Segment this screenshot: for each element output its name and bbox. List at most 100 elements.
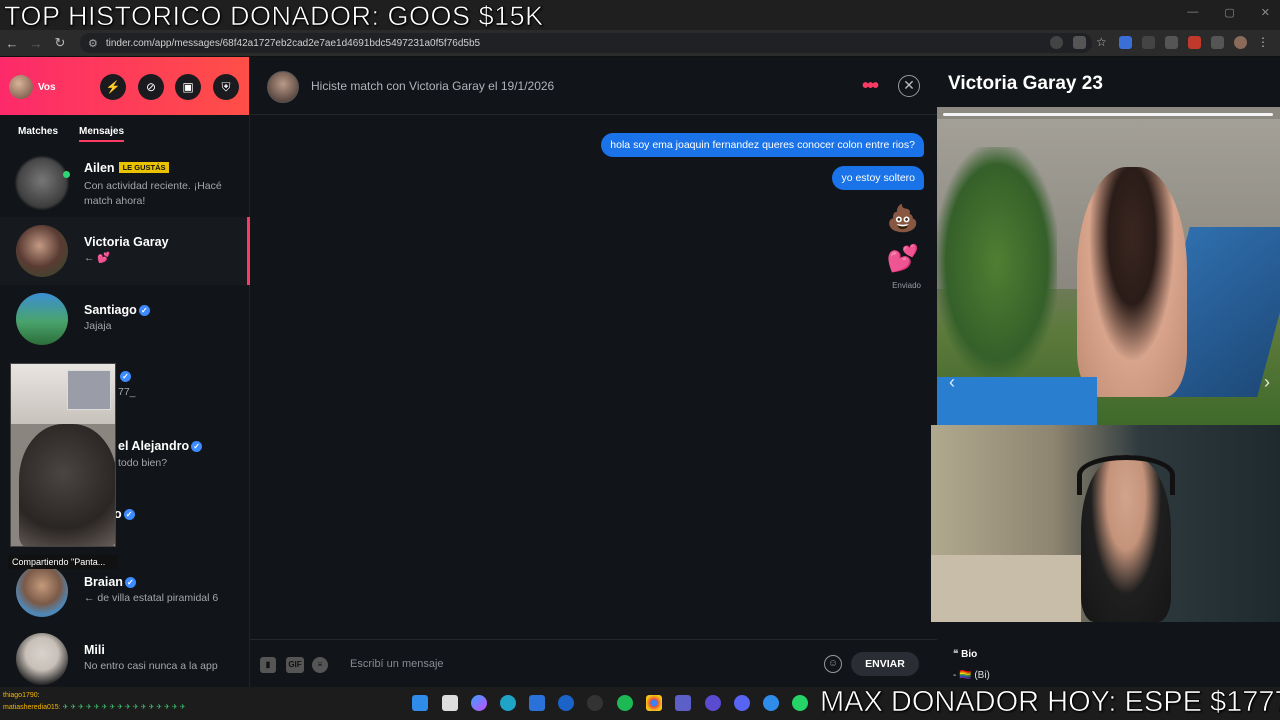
online-indicator [63,171,70,178]
stream-chat: thiago1790: matiasheredia015: ✈ ✈ ✈ ✈ ✈ … [3,690,186,714]
verified-icon: ✓ [120,371,131,382]
browser-address-bar: ← → ↻ ⚙ tinder.com/app/messages/68f42a17… [0,30,1280,56]
close-window-icon[interactable]: ✕ [1261,6,1270,19]
app-icon[interactable] [705,695,721,711]
webcam-headphones [1077,455,1175,495]
briefcase-icon[interactable]: ▣ [175,74,201,100]
copilot-icon[interactable] [471,695,487,711]
verified-icon: ✓ [191,441,203,452]
close-icon[interactable]: ✕ [898,75,920,97]
extension-icon[interactable] [1188,36,1201,49]
bookmark-star-icon[interactable]: ☆ [1096,36,1109,49]
profile-avatar-icon[interactable] [1234,36,1247,49]
windows-start-icon[interactable] [412,695,428,711]
emoji-message: 💕 [886,243,919,273]
mail-icon[interactable] [558,695,574,711]
contact-card-icon[interactable]: ▮ [260,657,276,673]
profile-photo[interactable]: ‹ › [937,107,1280,425]
conversation-item-selected[interactable]: Victoria Garay ← 💕 [0,217,250,285]
minimize-icon[interactable]: — [1187,6,1198,19]
bio-text: - 🏳️‍🌈 (Bi) [953,670,990,681]
spotify-icon[interactable]: ≡ [312,657,328,673]
conversation-item[interactable]: Santiago ✓ Jajaja [0,285,250,351]
explore-icon[interactable]: ⊘ [138,74,164,100]
avatar [16,225,68,277]
profile-panel: Victoria Garay 23 ‹ › ❝ Bio - 🏳️‍🌈 (Bi) [931,57,1280,687]
my-avatar[interactable] [9,75,33,99]
forward-icon[interactable]: → [24,36,48,51]
message-bubble: hola soy ema joaquin fernandez queres co… [601,133,924,157]
browser-menu-icon[interactable]: ⋮ [1257,36,1270,49]
reload-icon[interactable]: ↻ [48,35,72,51]
send-button[interactable]: ENVIAR [851,652,919,676]
message-input[interactable] [350,652,810,676]
conversation-preview: Jajaja [84,320,112,332]
site-info-icon[interactable]: ⚙ [88,37,98,50]
conversation-item[interactable]: Mili No entro casi nunca a la app [0,625,250,691]
conversation-preview: 77_ [118,386,136,398]
location-icon[interactable] [1050,36,1063,49]
teams-icon[interactable] [675,695,691,711]
extension-icon[interactable] [1142,36,1155,49]
chat-username: thiago1790 [3,692,38,699]
verified-icon: ✓ [123,509,135,520]
profile-name-age: Victoria Garay 23 [948,73,1103,94]
whatsapp-icon[interactable] [792,695,808,711]
extensions-puzzle-icon[interactable] [1211,36,1224,49]
conversation-preview: ← de villa estatal piramidal 6 [84,592,219,604]
match-avatar[interactable] [267,71,299,103]
more-options-icon[interactable]: ••• [862,75,879,98]
tab-messages[interactable]: Mensajes [79,126,125,142]
bio-label: ❝ Bio [953,649,977,660]
chrome-icon[interactable] [646,695,662,711]
task-view-icon[interactable] [442,695,458,711]
photo-tree [937,147,1057,377]
conversation-name: Mili [84,643,105,657]
previous-photo-icon[interactable]: ‹ [949,372,955,393]
screen-share-preview[interactable] [10,363,116,547]
discord-icon[interactable] [734,695,750,711]
back-icon[interactable]: ← [0,36,24,51]
webcam-bed [931,555,1081,622]
message-bubble: yo estoy soltero [832,166,924,190]
translate-extension-icon[interactable] [1119,36,1132,49]
tab-matches[interactable]: Matches [18,126,58,137]
emoji-message: 💩 [886,203,919,233]
conversation-preview: Con actividad reciente. ¡Hacé match ahor… [84,180,222,207]
photo-progress-bar [943,113,1273,116]
obs-icon[interactable] [587,695,603,711]
chat-username: matiasheredia015 [3,704,59,711]
boost-icon[interactable]: ⚡ [100,74,126,100]
screen: — ▢ ✕ ← → ↻ ⚙ tinder.com/app/messages/68… [0,0,1280,720]
app-icon[interactable] [763,695,779,711]
edge-icon[interactable] [500,695,516,711]
maximize-icon[interactable]: ▢ [1224,6,1234,19]
sidebar-header: Vos ⚡ ⊘ ▣ ⛨ [0,57,249,115]
store-icon[interactable] [529,695,545,711]
likes-you-badge: LE GUSTÁS [118,162,170,173]
shield-icon[interactable]: ⛨ [213,74,239,100]
streamer-webcam [931,425,1280,622]
next-photo-icon[interactable]: › [1264,372,1270,393]
install-icon[interactable] [1073,36,1086,49]
sent-status: Enviado [892,281,921,290]
avatar [16,565,68,617]
gif-icon[interactable]: GIF [286,657,304,673]
conversation-item[interactable]: Ailen LE GUSTÁS Con actividad reciente. ¡… [0,149,250,215]
conversation-preview: ← 💕 [84,252,111,264]
browser-toolbar: ☆ ⋮ [1050,36,1270,49]
message-composer: ▮ GIF ≡ ☺ ENVIAR [250,639,937,687]
max-donor-banner: MAX DONADOR HOY: ESPE $1777 [820,686,1280,719]
window-controls: — ▢ ✕ [1187,6,1270,19]
match-info: Hiciste match con Victoria Garay el 19/1… [311,79,555,93]
spotify-taskbar-icon[interactable] [617,695,633,711]
chat-header: Hiciste match con Victoria Garay el 19/1… [250,57,937,115]
my-profile-label[interactable]: Vos [38,82,56,93]
sidebar-tabs: Matches Mensajes [0,115,249,145]
preview-image [19,424,115,546]
emoji-picker-icon[interactable]: ☺ [824,655,842,673]
extension-icon[interactable] [1165,36,1178,49]
url-field[interactable]: ⚙ tinder.com/app/messages/68f42a1727eb2c… [80,33,1092,53]
photo-person [1077,167,1187,397]
verified-icon: ✓ [124,577,136,588]
